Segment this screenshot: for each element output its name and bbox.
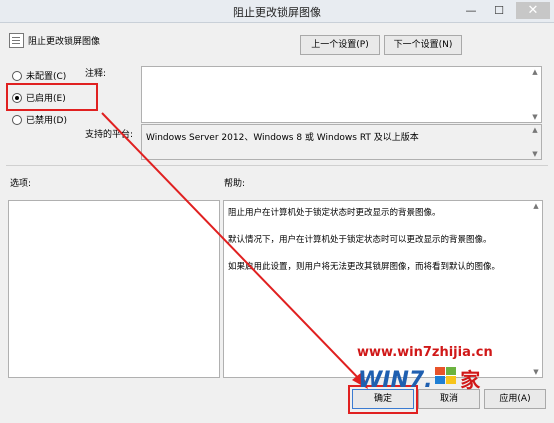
watermark-url: www.win7zhijia.cn: [357, 345, 493, 360]
watermark-logo-text: WIN7.: [358, 368, 433, 393]
watermark-logo-suffix: 家: [460, 368, 481, 392]
windows-logo-icon: [435, 367, 457, 385]
watermark-logo: WIN7. 家: [358, 364, 480, 393]
